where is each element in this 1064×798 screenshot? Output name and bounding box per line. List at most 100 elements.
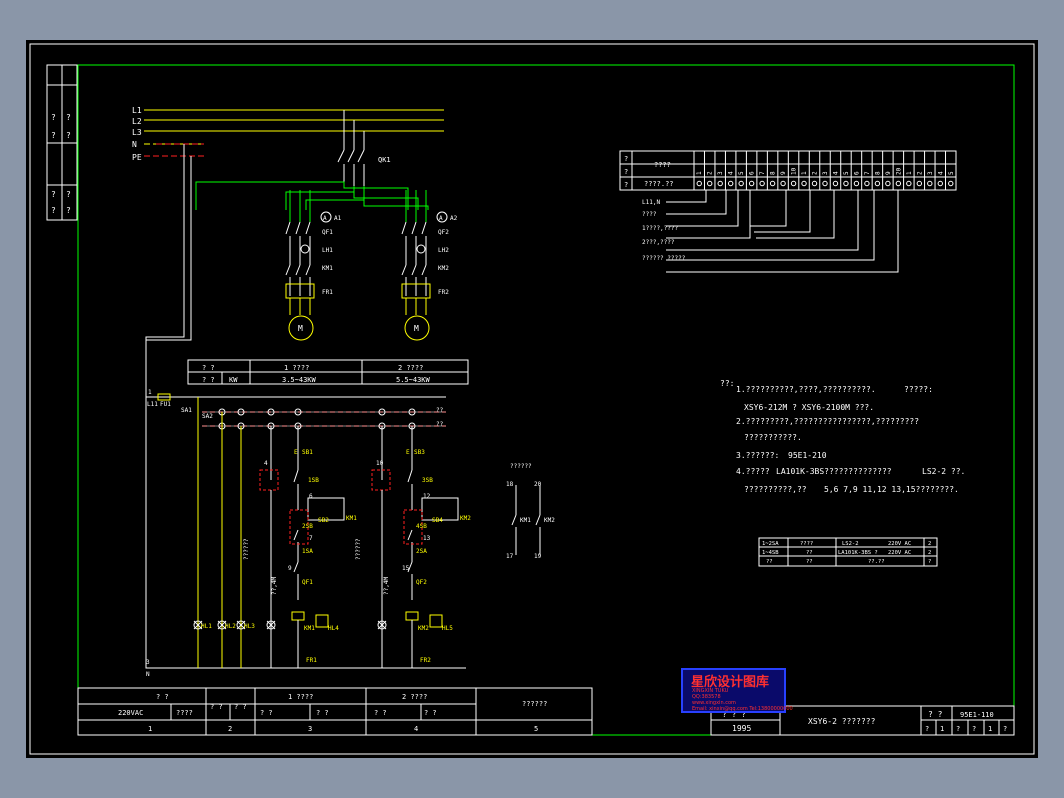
svg-text:? ?: ? ? <box>202 376 215 384</box>
svg-text:LS2-2 ??.: LS2-2 ??. <box>922 467 965 476</box>
terminal-screw <box>748 180 755 187</box>
svg-text:5,6 7,9 11,12 13,15????????: 5,6 7,9 11,12 13,15????????. <box>824 485 959 494</box>
svg-text:SB2: SB2 <box>318 517 329 524</box>
qf2-label: QF2 <box>438 229 449 236</box>
svg-text:LS2-2: LS2-2 <box>842 541 859 547</box>
left-strip-text: ?? ?? ?? ?? <box>51 113 71 215</box>
logo-line-5: Email: xinxin@qq.com Tel:13800000000 <box>692 706 793 712</box>
svg-text:2SA: 2SA <box>416 548 427 555</box>
svg-text:KM2: KM2 <box>460 515 471 522</box>
svg-text:5.5~43KW: 5.5~43KW <box>396 376 431 384</box>
motor-feed <box>195 181 429 210</box>
svg-text:1: 1 <box>148 389 152 396</box>
svg-text:3: 3 <box>146 659 150 666</box>
svg-text:HL1: HL1 <box>201 623 212 630</box>
svg-text:1: 1 <box>988 725 992 733</box>
svg-text:??: ?? <box>806 559 813 565</box>
terminal-screw <box>895 180 902 187</box>
terminal-number: 20 <box>895 167 902 175</box>
svg-text:XSY6-2 ???????: XSY6-2 ??????? <box>808 717 876 726</box>
ammeter-a1-glyph: A <box>323 215 327 222</box>
svg-text:1SB: 1SB <box>308 477 319 484</box>
svg-text:? ?: ? ? <box>424 709 437 717</box>
svg-text:12: 12 <box>423 493 431 500</box>
inner-frame <box>77 64 1015 736</box>
terminal-screw <box>759 180 765 187</box>
terminal-number: 8 <box>874 171 881 175</box>
svg-text:HL4: HL4 <box>328 625 339 632</box>
schematic-canvas: ?? ?? ?? ?? L1L2L3 NPE QK1 A A1 M QF1LH1… <box>29 43 1035 755</box>
terminal-screw <box>790 180 797 187</box>
motor2-branch: A A2 M QF2 LH2 KM2 FR2 <box>401 190 458 341</box>
terminal-screw <box>843 180 849 187</box>
svg-text:?: ? <box>925 725 929 733</box>
neutral-return <box>145 144 466 669</box>
svg-text:L1: L1 <box>132 106 142 115</box>
svg-text:???????????.: ???????????. <box>744 433 802 442</box>
svg-text:15: 15 <box>402 565 410 572</box>
svg-text:?: ? <box>1003 725 1007 733</box>
terminal-screw <box>853 180 860 187</box>
svg-text:?: ? <box>956 725 960 733</box>
svg-text:L2: L2 <box>132 117 142 126</box>
svg-text:??,4M: ??,4M <box>383 577 390 595</box>
svg-text:? ?: ? ? <box>374 709 387 717</box>
svg-text:6: 6 <box>309 493 313 500</box>
lh1-ct <box>300 244 310 254</box>
svg-text:?????:: ?????: <box>904 385 933 394</box>
svg-text:?: ? <box>624 181 628 189</box>
svg-text:HL5: HL5 <box>442 625 453 632</box>
svg-text:????: ???? <box>176 709 193 717</box>
km1-label: KM1 <box>322 265 333 272</box>
svg-text:KM1: KM1 <box>346 515 357 522</box>
terminal-number: 5 <box>843 171 850 175</box>
ammeter-a1-label: A1 <box>334 215 342 222</box>
svg-text:2SB: 2SB <box>302 523 313 530</box>
svg-text:?: ? <box>972 725 976 733</box>
svg-text:?????? ?????: ?????? ????? <box>642 255 686 262</box>
svg-text:?: ? <box>51 113 56 122</box>
svg-text:FR2: FR2 <box>420 657 431 664</box>
svg-text:3.5~43KW: 3.5~43KW <box>282 376 317 384</box>
lh1-label: LH1 <box>322 247 333 254</box>
svg-text:2 ????: 2 ???? <box>402 693 427 701</box>
terminal-number: 3 <box>822 171 829 175</box>
terminal-number: 2 <box>707 171 714 175</box>
svg-text:????: ???? <box>800 541 813 547</box>
svg-text:2 ????: 2 ???? <box>398 364 423 372</box>
svg-text:220V AC: 220V AC <box>888 550 911 556</box>
svg-text:95E1-210: 95E1-210 <box>788 451 827 460</box>
terminal-screw <box>801 180 807 187</box>
terminal-screw <box>696 180 702 187</box>
motor-1-label: M <box>298 324 303 333</box>
svg-text:KM2: KM2 <box>544 517 555 524</box>
svg-text:L11: L11 <box>147 401 158 408</box>
svg-text:FR1: FR1 <box>306 657 317 664</box>
terminal-screw <box>717 180 723 187</box>
svg-text:FU1: FU1 <box>160 401 171 408</box>
svg-text:19: 19 <box>534 553 542 560</box>
svg-text:1 ????: 1 ???? <box>284 364 309 372</box>
terminal-number: 9 <box>780 171 787 175</box>
svg-text:2???,????: 2???,???? <box>642 239 675 246</box>
svg-text:10: 10 <box>376 460 384 467</box>
svg-text:?: ? <box>66 190 71 199</box>
terminal-number: 4 <box>728 171 735 175</box>
svg-text:2: 2 <box>228 725 232 733</box>
terminal-number: 1 <box>801 171 808 175</box>
svg-text:KM1: KM1 <box>304 625 315 632</box>
terminal-screw <box>811 180 818 187</box>
parts-table-text: 1~2SA???? LS2-2 220V AC 2 1~4SB?? LA101K-3BS… <box>762 541 931 565</box>
svg-text:?: ? <box>51 190 56 199</box>
svg-text:????.??: ????.?? <box>644 180 674 188</box>
svg-text:KW: KW <box>229 376 238 384</box>
svg-text:? ?: ? ? <box>928 710 943 719</box>
terminal-screw <box>864 180 870 187</box>
svg-text:95E1-110: 95E1-110 <box>960 711 994 719</box>
terminal-number: 4 <box>832 171 839 175</box>
svg-text:13: 13 <box>423 535 431 542</box>
svg-text:? ?: ? ? <box>210 703 223 711</box>
svg-text:????: ???? <box>642 211 657 218</box>
svg-text:?: ? <box>51 131 56 140</box>
terminal-screw <box>885 180 891 187</box>
